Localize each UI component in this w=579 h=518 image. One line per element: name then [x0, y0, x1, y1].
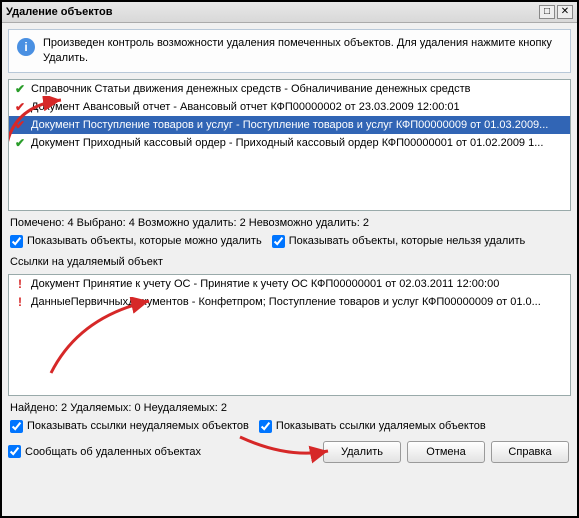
checkbox-show-deletable-refs-input[interactable] — [259, 420, 272, 433]
list-item-label: Документ Приходный кассовый ордер - Прих… — [31, 137, 543, 149]
refs-list[interactable]: ! Документ Принятие к учету ОС - Принятие… — [8, 274, 571, 396]
maximize-icon[interactable]: □ — [539, 5, 555, 19]
exclamation-icon: ! — [13, 295, 27, 309]
summary-objects: Помечено: 4 Выбрано: 4 Возможно удалить:… — [8, 217, 571, 229]
info-panel: i Произведен контроль возможности удален… — [8, 29, 571, 73]
checkbox-show-deletable-input[interactable] — [10, 235, 23, 248]
delete-button[interactable]: Удалить — [323, 441, 401, 463]
cancel-button[interactable]: Отмена — [407, 441, 485, 463]
checkbox-report-deleted-label: Сообщать об удаленных объектах — [25, 446, 201, 458]
checkbox-show-deletable[interactable]: Показывать объекты, которые можно удалит… — [10, 235, 262, 248]
list-item[interactable]: ! Документ Принятие к учету ОС - Принятие… — [9, 275, 570, 293]
checkbox-show-undeletable-refs-input[interactable] — [10, 420, 23, 433]
info-icon: i — [17, 38, 35, 56]
checkbox-show-undeletable[interactable]: Показывать объекты, которые нельзя удали… — [272, 235, 526, 248]
checkbox-show-deletable-refs-label: Показывать ссылки удаляемых объектов — [276, 420, 486, 432]
titlebar: Удаление объектов □ ✕ — [2, 2, 577, 23]
list-item[interactable]: ✔ Документ Поступление товаров и услуг - … — [9, 116, 570, 134]
help-button[interactable]: Справка — [491, 441, 569, 463]
checkbox-show-undeletable-refs[interactable]: Показывать ссылки неудаляемых объектов — [10, 420, 249, 433]
exclamation-icon: ! — [13, 277, 27, 291]
check-ok-icon: ✔ — [13, 136, 27, 150]
check-bad-icon: ✔ — [13, 100, 27, 114]
list-item[interactable]: ✔ Документ Авансовый отчет - Авансовый от… — [9, 98, 570, 116]
window-title: Удаление объектов — [6, 6, 537, 18]
checkbox-show-undeletable-refs-label: Показывать ссылки неудаляемых объектов — [27, 420, 249, 432]
list-item[interactable]: ✔ Справочник Статьи движения денежных сре… — [9, 80, 570, 98]
close-icon[interactable]: ✕ — [557, 5, 573, 19]
checkbox-show-deletable-refs[interactable]: Показывать ссылки удаляемых объектов — [259, 420, 486, 433]
checkbox-report-deleted[interactable]: Сообщать об удаленных объектах — [8, 445, 321, 458]
summary-refs: Найдено: 2 Удаляемых: 0 Неудаляемых: 2 — [8, 402, 571, 414]
objects-list[interactable]: ✔ Справочник Статьи движения денежных сре… — [8, 79, 571, 211]
check-bad-icon: ✔ — [13, 118, 27, 132]
checkbox-show-deletable-label: Показывать объекты, которые можно удалит… — [27, 235, 262, 247]
refs-section-label: Ссылки на удаляемый объект — [8, 254, 571, 268]
checkbox-show-undeletable-label: Показывать объекты, которые нельзя удали… — [289, 235, 526, 247]
info-text: Произведен контроль возможности удаления… — [43, 36, 562, 66]
list-item[interactable]: ✔ Документ Приходный кассовый ордер - При… — [9, 134, 570, 152]
checkbox-show-undeletable-input[interactable] — [272, 235, 285, 248]
list-item-label: ДанныеПервичныхДокументов - Конфетпром; … — [31, 296, 541, 308]
list-item-label: Документ Авансовый отчет - Авансовый отч… — [31, 101, 460, 113]
checkbox-report-deleted-input[interactable] — [8, 445, 21, 458]
check-ok-icon: ✔ — [13, 82, 27, 96]
list-item-label: Документ Принятие к учету ОС - Принятие … — [31, 278, 499, 290]
list-item-label: Справочник Статьи движения денежных сред… — [31, 83, 470, 95]
list-item-label: Документ Поступление товаров и услуг - П… — [31, 119, 548, 131]
list-item[interactable]: ! ДанныеПервичныхДокументов - Конфетпром;… — [9, 293, 570, 311]
